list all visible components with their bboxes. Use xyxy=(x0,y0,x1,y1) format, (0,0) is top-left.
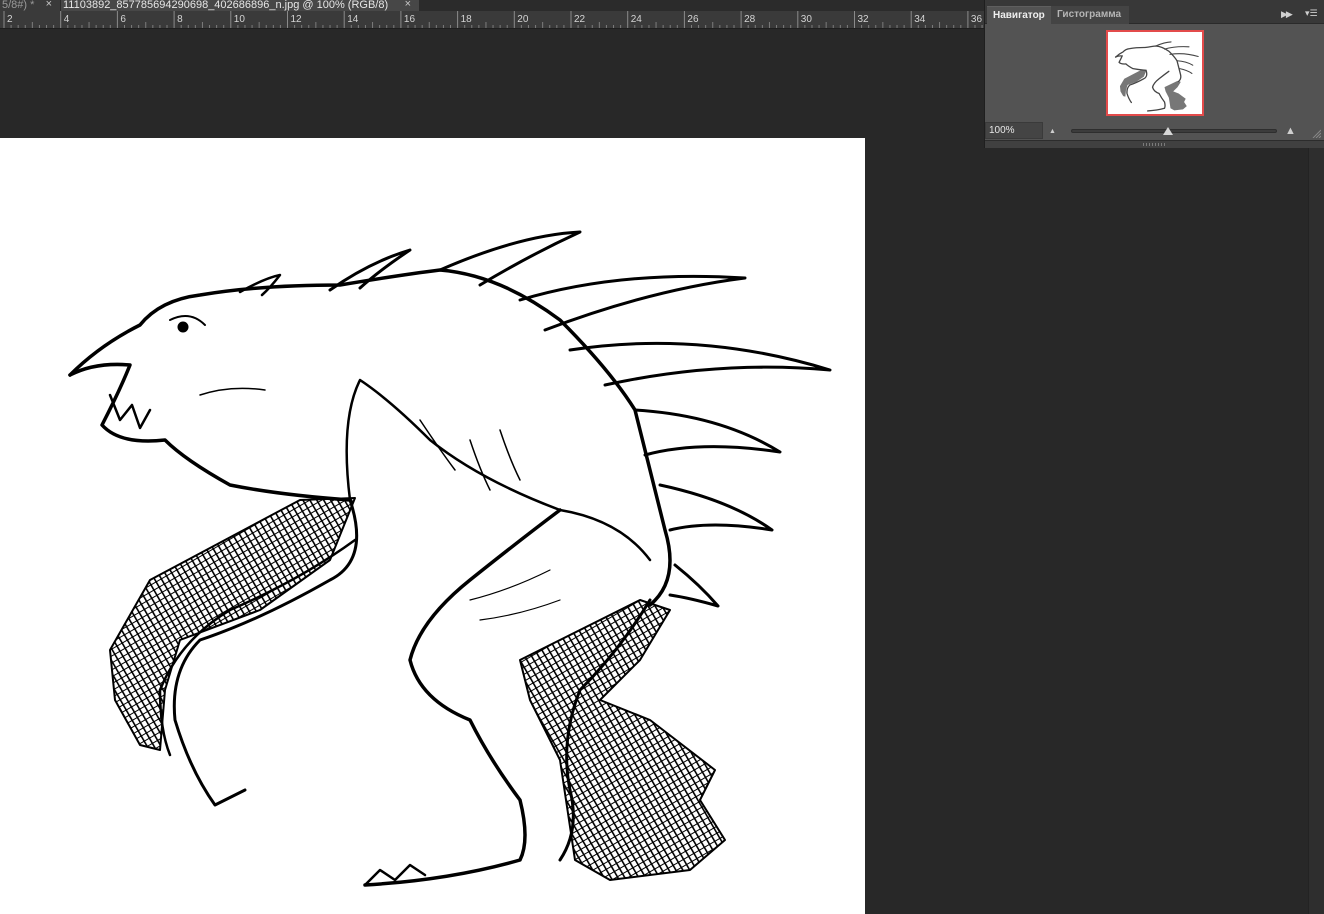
ruler-label: 10 xyxy=(234,14,246,25)
ruler-label: 32 xyxy=(858,14,870,25)
tab-label: 11103892_857785694290698_402686896_n.jpg… xyxy=(63,0,389,11)
ruler-label: 22 xyxy=(574,14,586,25)
drag-dots-icon xyxy=(1143,143,1165,146)
ruler-label: 8 xyxy=(177,14,183,25)
canvas-workspace[interactable] xyxy=(0,29,1308,914)
ruler-label: 12 xyxy=(291,14,303,25)
zoom-controls: 100% ▲ ▲ xyxy=(985,122,1324,140)
ruler-label: 28 xyxy=(744,14,756,25)
ruler-label: 24 xyxy=(631,14,643,25)
navigator-panel: Навигатор Гистограмма ▶▶ ▾☰ 100% ▲ ▲ xyxy=(984,0,1324,148)
zoom-out-icon[interactable]: ▲ xyxy=(1049,128,1056,135)
close-tab-icon[interactable]: × xyxy=(46,0,52,10)
panel-menu-icon[interactable]: ▾☰ xyxy=(1305,8,1318,19)
close-tab-icon[interactable]: × xyxy=(405,0,411,10)
ruler-label: 18 xyxy=(461,14,473,25)
tab-navigator[interactable]: Навигатор xyxy=(987,6,1051,24)
horizontal-ruler[interactable]: 2 4 6 8 10 12 14 16 18 20 22 24 26 28 30 32 34 36 xyxy=(0,11,984,29)
zoom-slider-track[interactable] xyxy=(1071,129,1277,133)
ruler-label: 20 xyxy=(517,14,529,25)
document-tab-inactive[interactable]: 5/8#) * × xyxy=(0,0,60,11)
ruler-label: 36 xyxy=(971,14,983,25)
preview-thumbnail xyxy=(1114,41,1199,112)
vertical-scrollbar[interactable] xyxy=(1308,148,1324,914)
document-tab-bar: 5/8#) * × 11103892_857785694290698_40268… xyxy=(0,0,984,11)
double-chevron-right-icon[interactable]: ▶▶ xyxy=(1281,9,1293,20)
zoom-slider-thumb[interactable] xyxy=(1162,127,1173,135)
ruler-label: 6 xyxy=(120,14,126,25)
ruler-label: 16 xyxy=(404,14,416,25)
ruler-label: 2 xyxy=(7,14,13,25)
creature-illustration xyxy=(68,230,832,887)
document-canvas[interactable] xyxy=(0,138,865,914)
panel-resize-handle[interactable] xyxy=(985,140,1324,148)
navigator-proxy-view[interactable] xyxy=(1106,30,1204,116)
document-tab-active[interactable]: 11103892_857785694290698_402686896_n.jpg… xyxy=(61,0,419,11)
panel-tab-strip: Навигатор Гистограмма ▶▶ ▾☰ xyxy=(985,0,1324,24)
ruler-label: 26 xyxy=(687,14,699,25)
ruler-label: 4 xyxy=(64,14,70,25)
ruler-label: 14 xyxy=(347,14,359,25)
ruler-ticks: 2 4 6 8 10 12 14 16 18 20 22 24 26 28 30 32 34 36 xyxy=(3,11,983,28)
zoom-in-icon[interactable]: ▲ xyxy=(1285,125,1296,137)
tab-histogram[interactable]: Гистограмма xyxy=(1051,6,1129,24)
resize-grip-icon[interactable] xyxy=(1311,128,1321,138)
zoom-input[interactable]: 100% xyxy=(985,122,1043,139)
ruler-label: 34 xyxy=(914,14,926,25)
tab-label: 5/8#) * xyxy=(2,0,35,11)
ruler-label: 30 xyxy=(801,14,813,25)
